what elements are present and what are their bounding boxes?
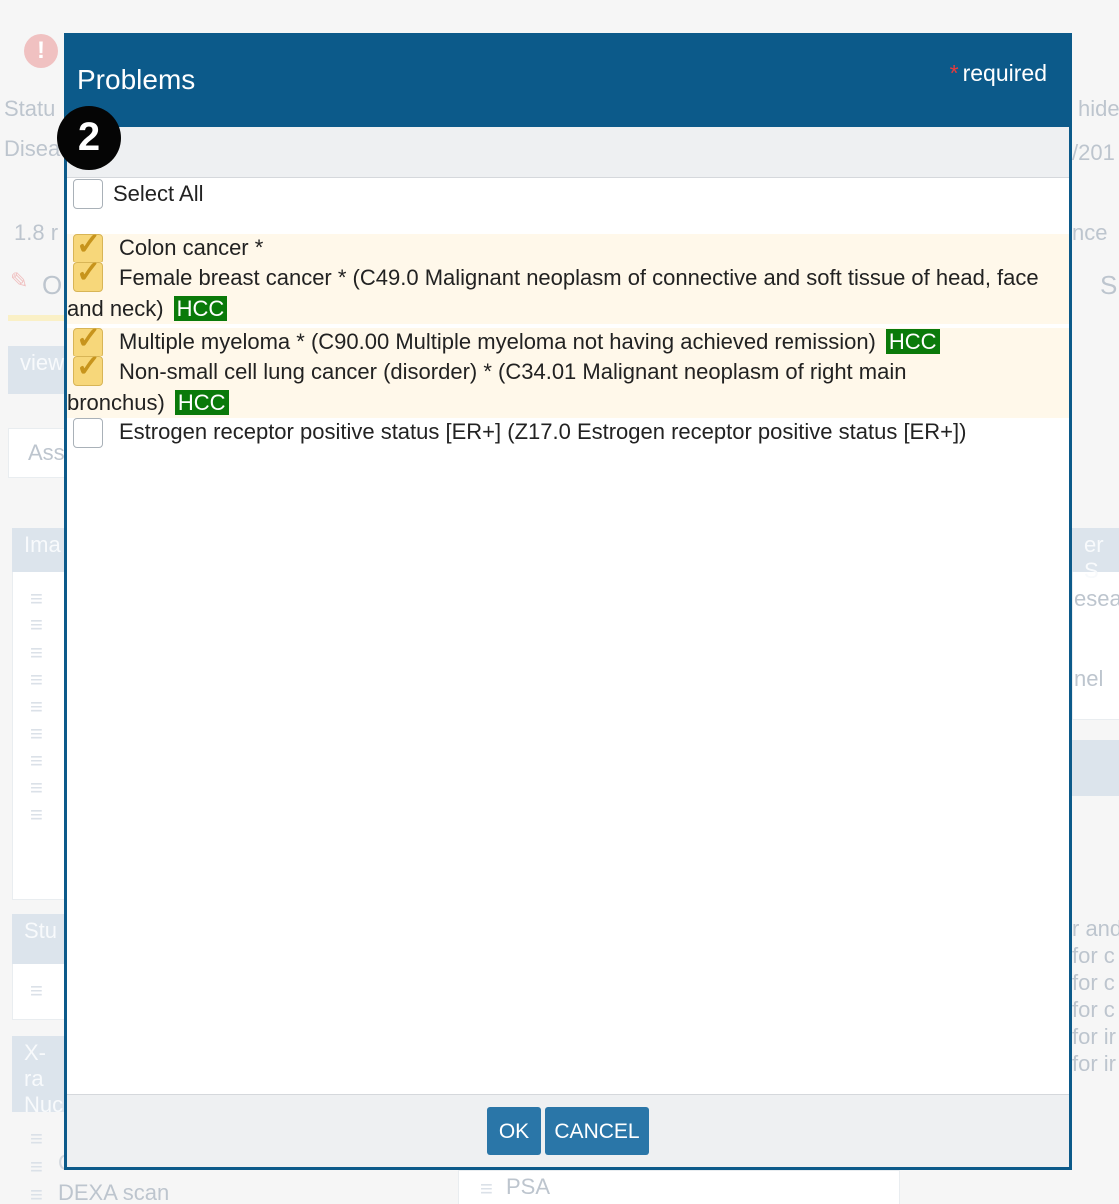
problem-text: Female breast cancer * (C49.0 Malignant … <box>67 262 1069 324</box>
required-label: required <box>962 60 1047 86</box>
cancel-button[interactable]: CANCEL <box>545 1107 649 1155</box>
select-all-label: Select All <box>113 181 204 206</box>
modal-title: Problems <box>77 64 196 95</box>
problem-label: Multiple myeloma * (C90.00 Multiple myel… <box>119 329 876 354</box>
modal-toolbar: 2 <box>57 106 1069 178</box>
problem-label: Colon cancer * <box>119 235 264 260</box>
hcc-badge: HCC <box>173 296 228 321</box>
ok-button[interactable]: OK <box>487 1107 541 1155</box>
required-star: * <box>949 60 959 86</box>
hcc-badge: HCC <box>174 390 229 415</box>
problem-checkbox[interactable] <box>73 418 103 448</box>
step-number-badge: 2 <box>57 106 121 170</box>
problem-text: Estrogen receptor positive status [ER+] … <box>67 418 1069 446</box>
problem-text: Multiple myeloma * (C90.00 Multiple myel… <box>67 328 1069 356</box>
problem-item[interactable]: Estrogen receptor positive status [ER+] … <box>67 418 1069 448</box>
required-legend: * required <box>950 60 1047 87</box>
problem-item[interactable]: Multiple myeloma * (C90.00 Multiple myel… <box>67 325 1069 358</box>
problem-item[interactable]: Female breast cancer * (C49.0 Malignant … <box>67 259 1069 324</box>
problem-checkbox[interactable] <box>73 259 103 292</box>
select-all-checkbox[interactable] <box>73 179 103 209</box>
problem-text: Non-small cell lung cancer (disorder) * … <box>67 356 1069 418</box>
problem-text: Colon cancer * <box>67 234 1069 262</box>
problems-list: Select All Colon cancer * Female breast … <box>67 178 1069 1096</box>
problems-modal: Problems *required 2 Select All Colon ca… <box>57 33 1072 1170</box>
select-all-row[interactable]: Select All <box>73 178 204 210</box>
problem-checkbox[interactable] <box>73 353 103 386</box>
modal-header: Problems * required <box>67 36 1069 127</box>
hcc-badge: HCC <box>885 329 940 354</box>
problem-item[interactable]: Non-small cell lung cancer (disorder) * … <box>67 353 1069 418</box>
problem-label: Estrogen receptor positive status [ER+] … <box>119 419 967 444</box>
modal-footer: OK CANCEL <box>67 1094 1069 1167</box>
problem-item[interactable]: Colon cancer * <box>67 231 1069 264</box>
